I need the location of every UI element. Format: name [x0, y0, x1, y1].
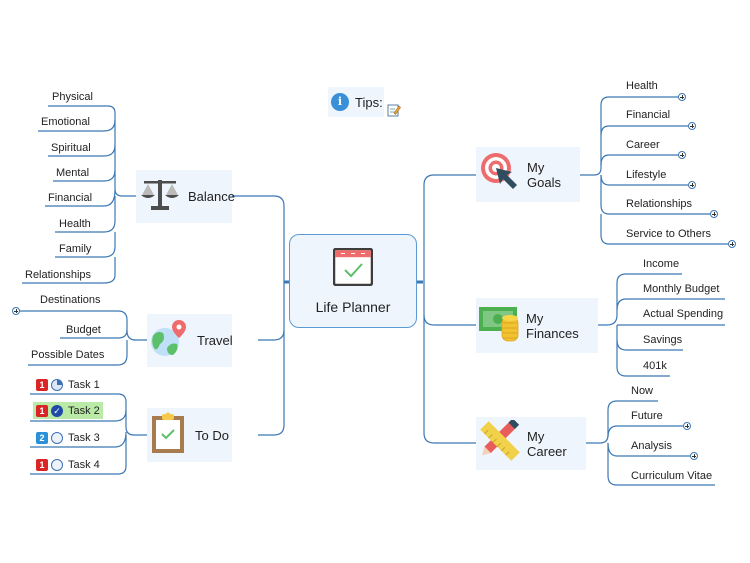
balance-child[interactable]: Family: [59, 243, 91, 255]
progress-0-icon: [51, 431, 63, 444]
calendar-check-icon: [332, 247, 374, 291]
progress-25-icon: [51, 378, 63, 391]
branch-todo-label: To Do: [195, 427, 229, 443]
branch-goals[interactable]: My Goals: [476, 147, 580, 202]
money-coins-icon: [478, 303, 520, 348]
progress-0-icon: [51, 458, 63, 471]
central-topic[interactable]: Life Planner: [289, 234, 417, 328]
balance-child[interactable]: Mental: [56, 167, 89, 179]
scales-icon: [140, 177, 180, 216]
globe-pin-icon: [149, 318, 189, 363]
progress-done-icon: ✓: [51, 404, 63, 417]
task-item[interactable]: 2 Task 3: [33, 429, 103, 446]
career-child[interactable]: Curriculum Vitae: [631, 470, 712, 482]
tips-label: Tips:: [355, 94, 383, 110]
balance-child[interactable]: Relationships: [25, 269, 91, 281]
finances-child[interactable]: Actual Spending: [643, 308, 723, 320]
expand-plus-icon[interactable]: [678, 151, 686, 159]
travel-child[interactable]: Possible Dates: [31, 349, 104, 361]
branch-travel-label: Travel: [197, 333, 233, 348]
finances-child[interactable]: Savings: [643, 334, 682, 346]
priority-1-icon: 1: [36, 404, 48, 417]
branch-career-label: My Career: [527, 428, 567, 459]
balance-child[interactable]: Emotional: [41, 116, 90, 128]
task-label: Task 2: [68, 404, 100, 417]
finances-child[interactable]: 401k: [643, 360, 667, 372]
central-topic-title: Life Planner: [315, 298, 391, 315]
task-label: Task 3: [68, 431, 100, 444]
expand-plus-icon[interactable]: [683, 422, 691, 430]
branch-balance[interactable]: Balance: [136, 170, 235, 223]
task-label: Task 4: [68, 458, 100, 471]
task-item[interactable]: 1 ✓ Task 2: [33, 402, 103, 419]
task-item[interactable]: 1 Task 1: [33, 376, 103, 393]
note-edit-icon[interactable]: [387, 103, 401, 122]
travel-child[interactable]: Budget: [66, 324, 101, 336]
expand-plus-icon[interactable]: [710, 210, 718, 218]
balance-child[interactable]: Physical: [52, 91, 93, 103]
goals-child[interactable]: Service to Others: [626, 228, 711, 240]
goals-child[interactable]: Health: [626, 80, 658, 92]
career-child[interactable]: Now: [631, 385, 653, 397]
branch-finances[interactable]: My Finances: [476, 298, 598, 353]
finances-child[interactable]: Income: [643, 258, 679, 270]
branch-todo[interactable]: To Do: [147, 408, 232, 462]
tips-node[interactable]: i Tips:: [328, 87, 384, 117]
task-label: Task 1: [68, 378, 100, 391]
expand-plus-icon[interactable]: [12, 307, 20, 315]
branch-balance-label: Balance: [188, 189, 235, 204]
expand-plus-icon[interactable]: [688, 122, 696, 130]
goals-child[interactable]: Career: [626, 139, 660, 151]
balance-child[interactable]: Health: [59, 218, 91, 230]
clipboard-check-icon: [151, 412, 185, 459]
career-child[interactable]: Future: [631, 410, 663, 422]
balance-child[interactable]: Financial: [48, 192, 92, 204]
branch-career[interactable]: My Career: [476, 417, 586, 470]
priority-1-icon: 1: [36, 458, 48, 471]
finances-child[interactable]: Monthly Budget: [643, 283, 719, 295]
branch-goals-label: My Goals: [527, 159, 561, 190]
goals-child[interactable]: Lifestyle: [626, 169, 666, 181]
target-arrow-icon: [479, 151, 521, 198]
branch-travel[interactable]: Travel: [147, 314, 233, 367]
branch-finances-label: My Finances: [526, 310, 579, 341]
priority-2-icon: 2: [36, 431, 48, 444]
task-item[interactable]: 1 Task 4: [33, 456, 103, 473]
expand-plus-icon[interactable]: [688, 181, 696, 189]
expand-plus-icon[interactable]: [728, 240, 736, 248]
priority-1-icon: 1: [36, 378, 48, 391]
balance-child[interactable]: Spiritual: [51, 142, 91, 154]
goals-child[interactable]: Financial: [626, 109, 670, 121]
expand-plus-icon[interactable]: [678, 93, 686, 101]
career-child[interactable]: Analysis: [631, 440, 672, 452]
ruler-pencil-icon: [479, 418, 521, 467]
expand-plus-icon[interactable]: [690, 452, 698, 460]
travel-child[interactable]: Destinations: [40, 294, 101, 306]
info-icon: i: [331, 93, 349, 111]
goals-child[interactable]: Relationships: [626, 198, 692, 210]
